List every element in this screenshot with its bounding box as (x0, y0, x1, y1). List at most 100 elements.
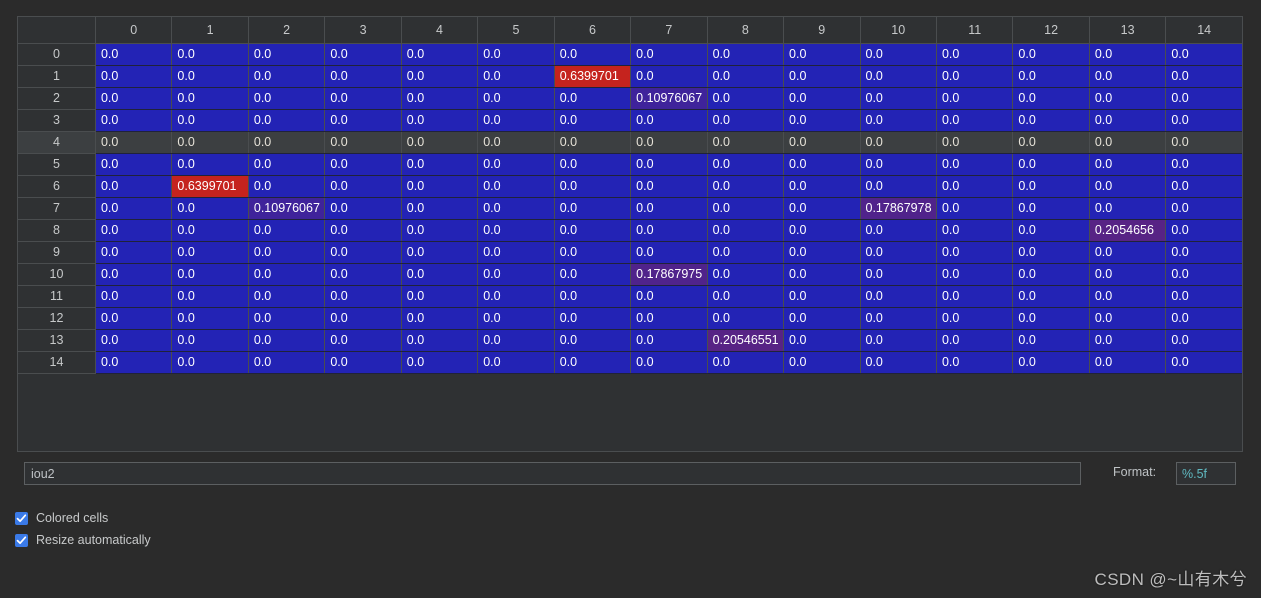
cell-13-1[interactable]: 0.0 (171, 329, 249, 352)
row-header-4[interactable]: 4 (18, 131, 96, 154)
cell-4-8[interactable]: 0.0 (707, 131, 785, 154)
row-header-14[interactable]: 14 (18, 351, 96, 374)
cell-4-13[interactable]: 0.0 (1089, 131, 1167, 154)
row-header-7[interactable]: 7 (18, 197, 96, 220)
table-row[interactable]: 6 0.0 0.6399701 0.0 0.0 0.0 0.0 0.0 0.0 0.0 0.0 0.0… (18, 175, 1242, 198)
cell-13-10[interactable]: 0.0 (860, 329, 937, 352)
cell-8-14[interactable]: 0.0 (1165, 219, 1242, 242)
cell-7-1[interactable]: 0.0 (171, 197, 249, 220)
cell-12-14[interactable]: 0.0 (1165, 307, 1242, 330)
row-header-6[interactable]: 6 (18, 175, 96, 198)
cell-6-6[interactable]: 0.0 (554, 175, 632, 198)
cell-0-0[interactable]: 0.0 (95, 43, 173, 66)
cell-12-9[interactable]: 0.0 (783, 307, 861, 330)
cell-9-8[interactable]: 0.0 (707, 241, 785, 264)
cell-1-12[interactable]: 0.0 (1012, 65, 1090, 88)
cell-7-6[interactable]: 0.0 (554, 197, 632, 220)
cell-3-0[interactable]: 0.0 (95, 109, 173, 132)
cell-9-3[interactable]: 0.0 (324, 241, 402, 264)
cell-13-9[interactable]: 0.0 (783, 329, 861, 352)
cell-2-0[interactable]: 0.0 (95, 87, 173, 110)
cell-1-13[interactable]: 0.0 (1089, 65, 1167, 88)
table-row[interactable]: 12 0.0 0.0 0.0 0.0 0.0 0.0 0.0 0.0 0.0 0.0 0.0 0.0 0.… (18, 307, 1242, 330)
cell-1-7[interactable]: 0.0 (630, 65, 708, 88)
table-row[interactable]: 9 0.0 0.0 0.0 0.0 0.0 0.0 0.0 0.0 0.0 0.0 0.0 0.0 0.0… (18, 241, 1242, 264)
cell-14-7[interactable]: 0.0 (630, 351, 708, 374)
column-header-0[interactable]: 0 (95, 17, 173, 44)
cell-13-12[interactable]: 0.0 (1012, 329, 1090, 352)
cell-2-1[interactable]: 0.0 (171, 87, 249, 110)
cell-11-0[interactable]: 0.0 (95, 285, 173, 308)
cell-14-10[interactable]: 0.0 (860, 351, 937, 374)
row-header-8[interactable]: 8 (18, 219, 96, 242)
table-row[interactable]: 11 0.0 0.0 0.0 0.0 0.0 0.0 0.0 0.0 0.0 0.0 0.0 0.0 0.… (18, 285, 1242, 308)
cell-3-10[interactable]: 0.0 (860, 109, 937, 132)
cell-8-9[interactable]: 0.0 (783, 219, 861, 242)
row-header-9[interactable]: 9 (18, 241, 96, 264)
cell-9-9[interactable]: 0.0 (783, 241, 861, 264)
cell-1-5[interactable]: 0.0 (477, 65, 555, 88)
cell-7-7[interactable]: 0.0 (630, 197, 708, 220)
cell-8-7[interactable]: 0.0 (630, 219, 708, 242)
cell-2-12[interactable]: 0.0 (1012, 87, 1090, 110)
cell-1-8[interactable]: 0.0 (707, 65, 785, 88)
cell-8-1[interactable]: 0.0 (171, 219, 249, 242)
cell-11-8[interactable]: 0.0 (707, 285, 785, 308)
row-header-1[interactable]: 1 (18, 65, 96, 88)
data-table[interactable]: 0 1 2 3 4 5 6 7 8 9 10 11 12 13 14 0 0.0 0.0 0.0 0.0 0.0 0.0… (18, 17, 1242, 374)
cell-8-8[interactable]: 0.0 (707, 219, 785, 242)
cell-6-8[interactable]: 0.0 (707, 175, 785, 198)
cell-7-3[interactable]: 0.0 (324, 197, 402, 220)
cell-4-7[interactable]: 0.0 (630, 131, 708, 154)
cell-4-11[interactable]: 0.0 (936, 131, 1014, 154)
cell-4-3[interactable]: 0.0 (324, 131, 402, 154)
column-header-12[interactable]: 12 (1012, 17, 1090, 44)
cell-11-2[interactable]: 0.0 (248, 285, 326, 308)
cell-14-2[interactable]: 0.0 (248, 351, 326, 374)
cell-2-10[interactable]: 0.0 (860, 87, 937, 110)
cell-5-3[interactable]: 0.0 (324, 153, 402, 176)
data-table-panel[interactable]: 0 1 2 3 4 5 6 7 8 9 10 11 12 13 14 0 0.0 0.0 0.0 0.0 0.0 0.0… (17, 16, 1243, 452)
cell-8-6[interactable]: 0.0 (554, 219, 632, 242)
cell-3-11[interactable]: 0.0 (936, 109, 1014, 132)
cell-9-1[interactable]: 0.0 (171, 241, 249, 264)
cell-10-0[interactable]: 0.0 (95, 263, 173, 286)
row-header-2[interactable]: 2 (18, 87, 96, 110)
cell-0-12[interactable]: 0.0 (1012, 43, 1090, 66)
cell-13-13[interactable]: 0.0 (1089, 329, 1167, 352)
cell-11-7[interactable]: 0.0 (630, 285, 708, 308)
cell-5-6[interactable]: 0.0 (554, 153, 632, 176)
cell-7-2[interactable]: 0.10976067 (248, 197, 326, 220)
cell-10-2[interactable]: 0.0 (248, 263, 326, 286)
cell-12-11[interactable]: 0.0 (936, 307, 1014, 330)
column-header-14[interactable]: 14 (1165, 17, 1242, 44)
cell-3-6[interactable]: 0.0 (554, 109, 632, 132)
cell-13-5[interactable]: 0.0 (477, 329, 555, 352)
cell-13-2[interactable]: 0.0 (248, 329, 326, 352)
row-header-11[interactable]: 11 (18, 285, 96, 308)
row-header-3[interactable]: 3 (18, 109, 96, 132)
cell-0-10[interactable]: 0.0 (860, 43, 937, 66)
cell-9-2[interactable]: 0.0 (248, 241, 326, 264)
cell-7-5[interactable]: 0.0 (477, 197, 555, 220)
column-header-5[interactable]: 5 (477, 17, 555, 44)
cell-4-6[interactable]: 0.0 (554, 131, 632, 154)
cell-12-12[interactable]: 0.0 (1012, 307, 1090, 330)
cell-1-14[interactable]: 0.0 (1165, 65, 1242, 88)
cell-12-6[interactable]: 0.0 (554, 307, 632, 330)
cell-4-0[interactable]: 0.0 (95, 131, 173, 154)
cell-12-1[interactable]: 0.0 (171, 307, 249, 330)
cell-14-3[interactable]: 0.0 (324, 351, 402, 374)
row-header-12[interactable]: 12 (18, 307, 96, 330)
cell-0-9[interactable]: 0.0 (783, 43, 861, 66)
cell-14-13[interactable]: 0.0 (1089, 351, 1167, 374)
cell-12-5[interactable]: 0.0 (477, 307, 555, 330)
cell-10-10[interactable]: 0.0 (860, 263, 937, 286)
cell-14-9[interactable]: 0.0 (783, 351, 861, 374)
cell-0-1[interactable]: 0.0 (171, 43, 249, 66)
cell-7-13[interactable]: 0.0 (1089, 197, 1167, 220)
cell-4-1[interactable]: 0.0 (171, 131, 249, 154)
cell-9-0[interactable]: 0.0 (95, 241, 173, 264)
cell-2-11[interactable]: 0.0 (936, 87, 1014, 110)
cell-11-4[interactable]: 0.0 (401, 285, 479, 308)
